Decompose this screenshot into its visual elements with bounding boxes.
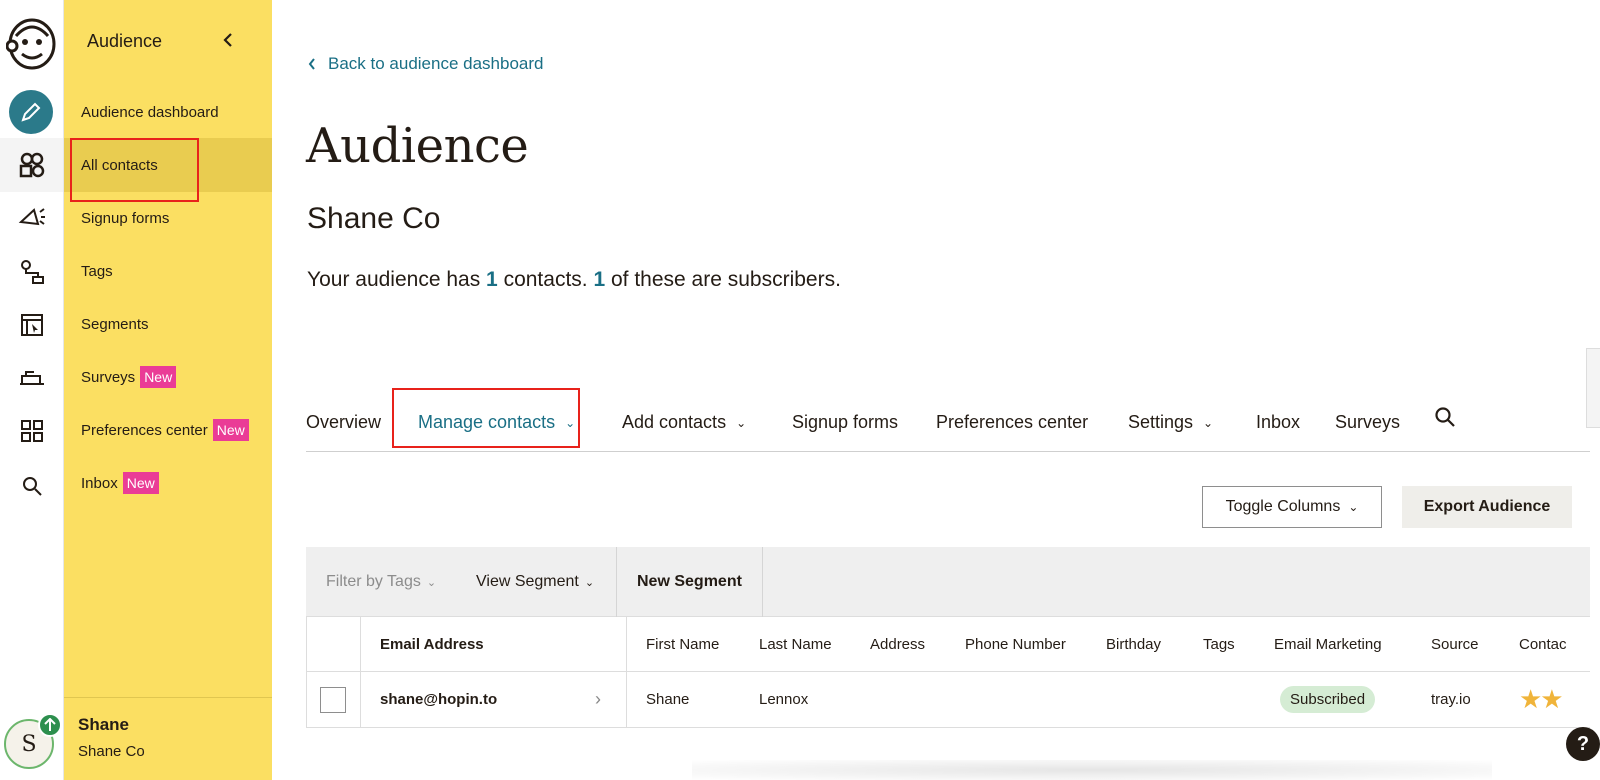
user-name: Shane [78,715,130,734]
column-header[interactable]: Phone Number [965,617,1066,672]
sidebar-item-segments[interactable]: Segments [64,297,272,351]
column-header[interactable]: Tags [1203,617,1235,672]
filter-bar: Filter by Tags ⌄ View Segment ⌄ New Segmen… [306,547,1590,617]
account-footer[interactable]: Shane Shane Co [64,697,272,780]
tab-surveys[interactable]: Surveys [1335,412,1400,433]
sidebar-item-audience-dashboard[interactable]: Audience dashboard [64,85,272,139]
filter-by-tags-dropdown[interactable]: Filter by Tags ⌄ [326,547,436,617]
audience-tabs: Overview Manage contacts ⌄ Add contacts ⌄ … [306,398,1590,452]
tab-add-contacts[interactable]: Add contacts ⌄ [622,412,746,433]
column-header[interactable]: Email Address [380,617,484,672]
arrow-up-icon[interactable] [38,713,62,737]
source-cell: tray.io [1431,691,1471,708]
email-cell[interactable]: shane@hopin.to [380,672,497,727]
tab-preferences-center[interactable]: Preferences center [936,412,1088,433]
pencil-icon[interactable] [9,90,53,134]
tab-settings[interactable]: Settings ⌄ [1128,412,1213,433]
audience-icon[interactable] [0,138,63,192]
sidebar-item-surveys[interactable]: Surveys New [64,350,272,404]
search-icon[interactable] [1434,406,1456,428]
sidebar-item-preferences-center[interactable]: Preferences center New [64,403,272,457]
chevron-down-icon: ⌄ [1203,415,1214,430]
tab-manage-contacts[interactable]: Manage contacts ⌄ [418,412,575,433]
user-avatar[interactable]: S [4,713,62,771]
integrations-icon[interactable] [12,358,52,398]
toggle-columns-button[interactable]: Toggle Columns ⌄ [1202,486,1382,528]
website-icon[interactable] [12,305,52,345]
column-header[interactable]: First Name [646,617,719,672]
new-badge: New [122,472,159,494]
new-badge: New [140,366,177,388]
modal-shadow [692,760,1492,780]
table-header-row: Email Address First Name Last Name Addre… [307,617,1590,672]
sidebar-item-tags[interactable]: Tags [64,244,272,298]
chevron-down-icon: ⌄ [565,415,576,430]
subscribed-badge: Subscribed [1280,686,1376,713]
export-audience-button[interactable]: Export Audience [1402,486,1572,528]
tab-signup-forms[interactable]: Signup forms [792,412,898,433]
page-title: Audience [306,118,529,174]
org-name: Shane Co [78,743,145,760]
column-header[interactable]: Email Marketing [1274,617,1382,672]
audience-name: Shane Co [307,202,441,235]
column-header[interactable]: Birthday [1106,617,1161,672]
sidebar-heading: Audience [87,31,163,51]
chevron-down-icon: ⌄ [584,576,595,589]
new-badge: New [212,419,249,441]
email-marketing-cell: Subscribed [1280,672,1376,727]
back-link[interactable]: Back to audience dashboard [308,54,544,74]
annotation-box-all-contacts [70,138,199,202]
automation-icon[interactable] [12,252,52,292]
contacts-table: Email Address First Name Last Name Addre… [306,617,1590,728]
feedback-tab[interactable] [1586,348,1600,428]
chevron-right-icon[interactable]: › [595,672,601,727]
icon-rail: S [0,0,64,780]
help-button[interactable]: ? [1566,727,1600,761]
table-row[interactable]: shane@hopin.to › Shane Lennox Subscribed… [307,672,1590,727]
megaphone-icon[interactable] [12,198,52,238]
contacts-count[interactable]: 1 [486,268,498,291]
row-select-cell [320,672,346,727]
column-header[interactable]: Last Name [759,617,832,672]
chevron-down-icon: ⌄ [736,415,747,430]
contact-rating-stars: ★★ [1519,684,1564,714]
mailchimp-logo-icon[interactable] [5,14,58,70]
tab-inbox[interactable]: Inbox [1256,412,1300,433]
chevron-down-icon: ⌄ [426,576,437,589]
chevron-left-icon[interactable] [222,32,234,53]
sidebar-item-inbox[interactable]: Inbox New [64,456,272,510]
chevron-down-icon: ⌄ [1348,500,1359,514]
search-icon[interactable] [12,466,52,506]
audience-summary: Your audience has 1 contacts. 1 of these… [307,268,841,291]
chevron-left-icon [308,58,315,70]
row-checkbox[interactable] [320,686,346,713]
subscribers-count[interactable]: 1 [593,268,605,291]
view-segment-dropdown[interactable]: View Segment ⌄ [476,547,594,617]
last-name-cell: Lennox [759,691,809,708]
first-name-cell: Shane [646,691,690,708]
tab-overview[interactable]: Overview [306,412,381,433]
column-header[interactable]: Address [870,617,925,672]
audience-sidebar: Audience Audience dashboard All contacts… [64,0,272,780]
new-segment-button[interactable]: New Segment [616,547,763,617]
main-content: Back to audience dashboard Audience Shan… [272,0,1600,780]
grid-icon[interactable] [12,411,52,451]
column-header[interactable]: Source [1431,617,1479,672]
column-header[interactable]: Contac [1519,617,1567,672]
